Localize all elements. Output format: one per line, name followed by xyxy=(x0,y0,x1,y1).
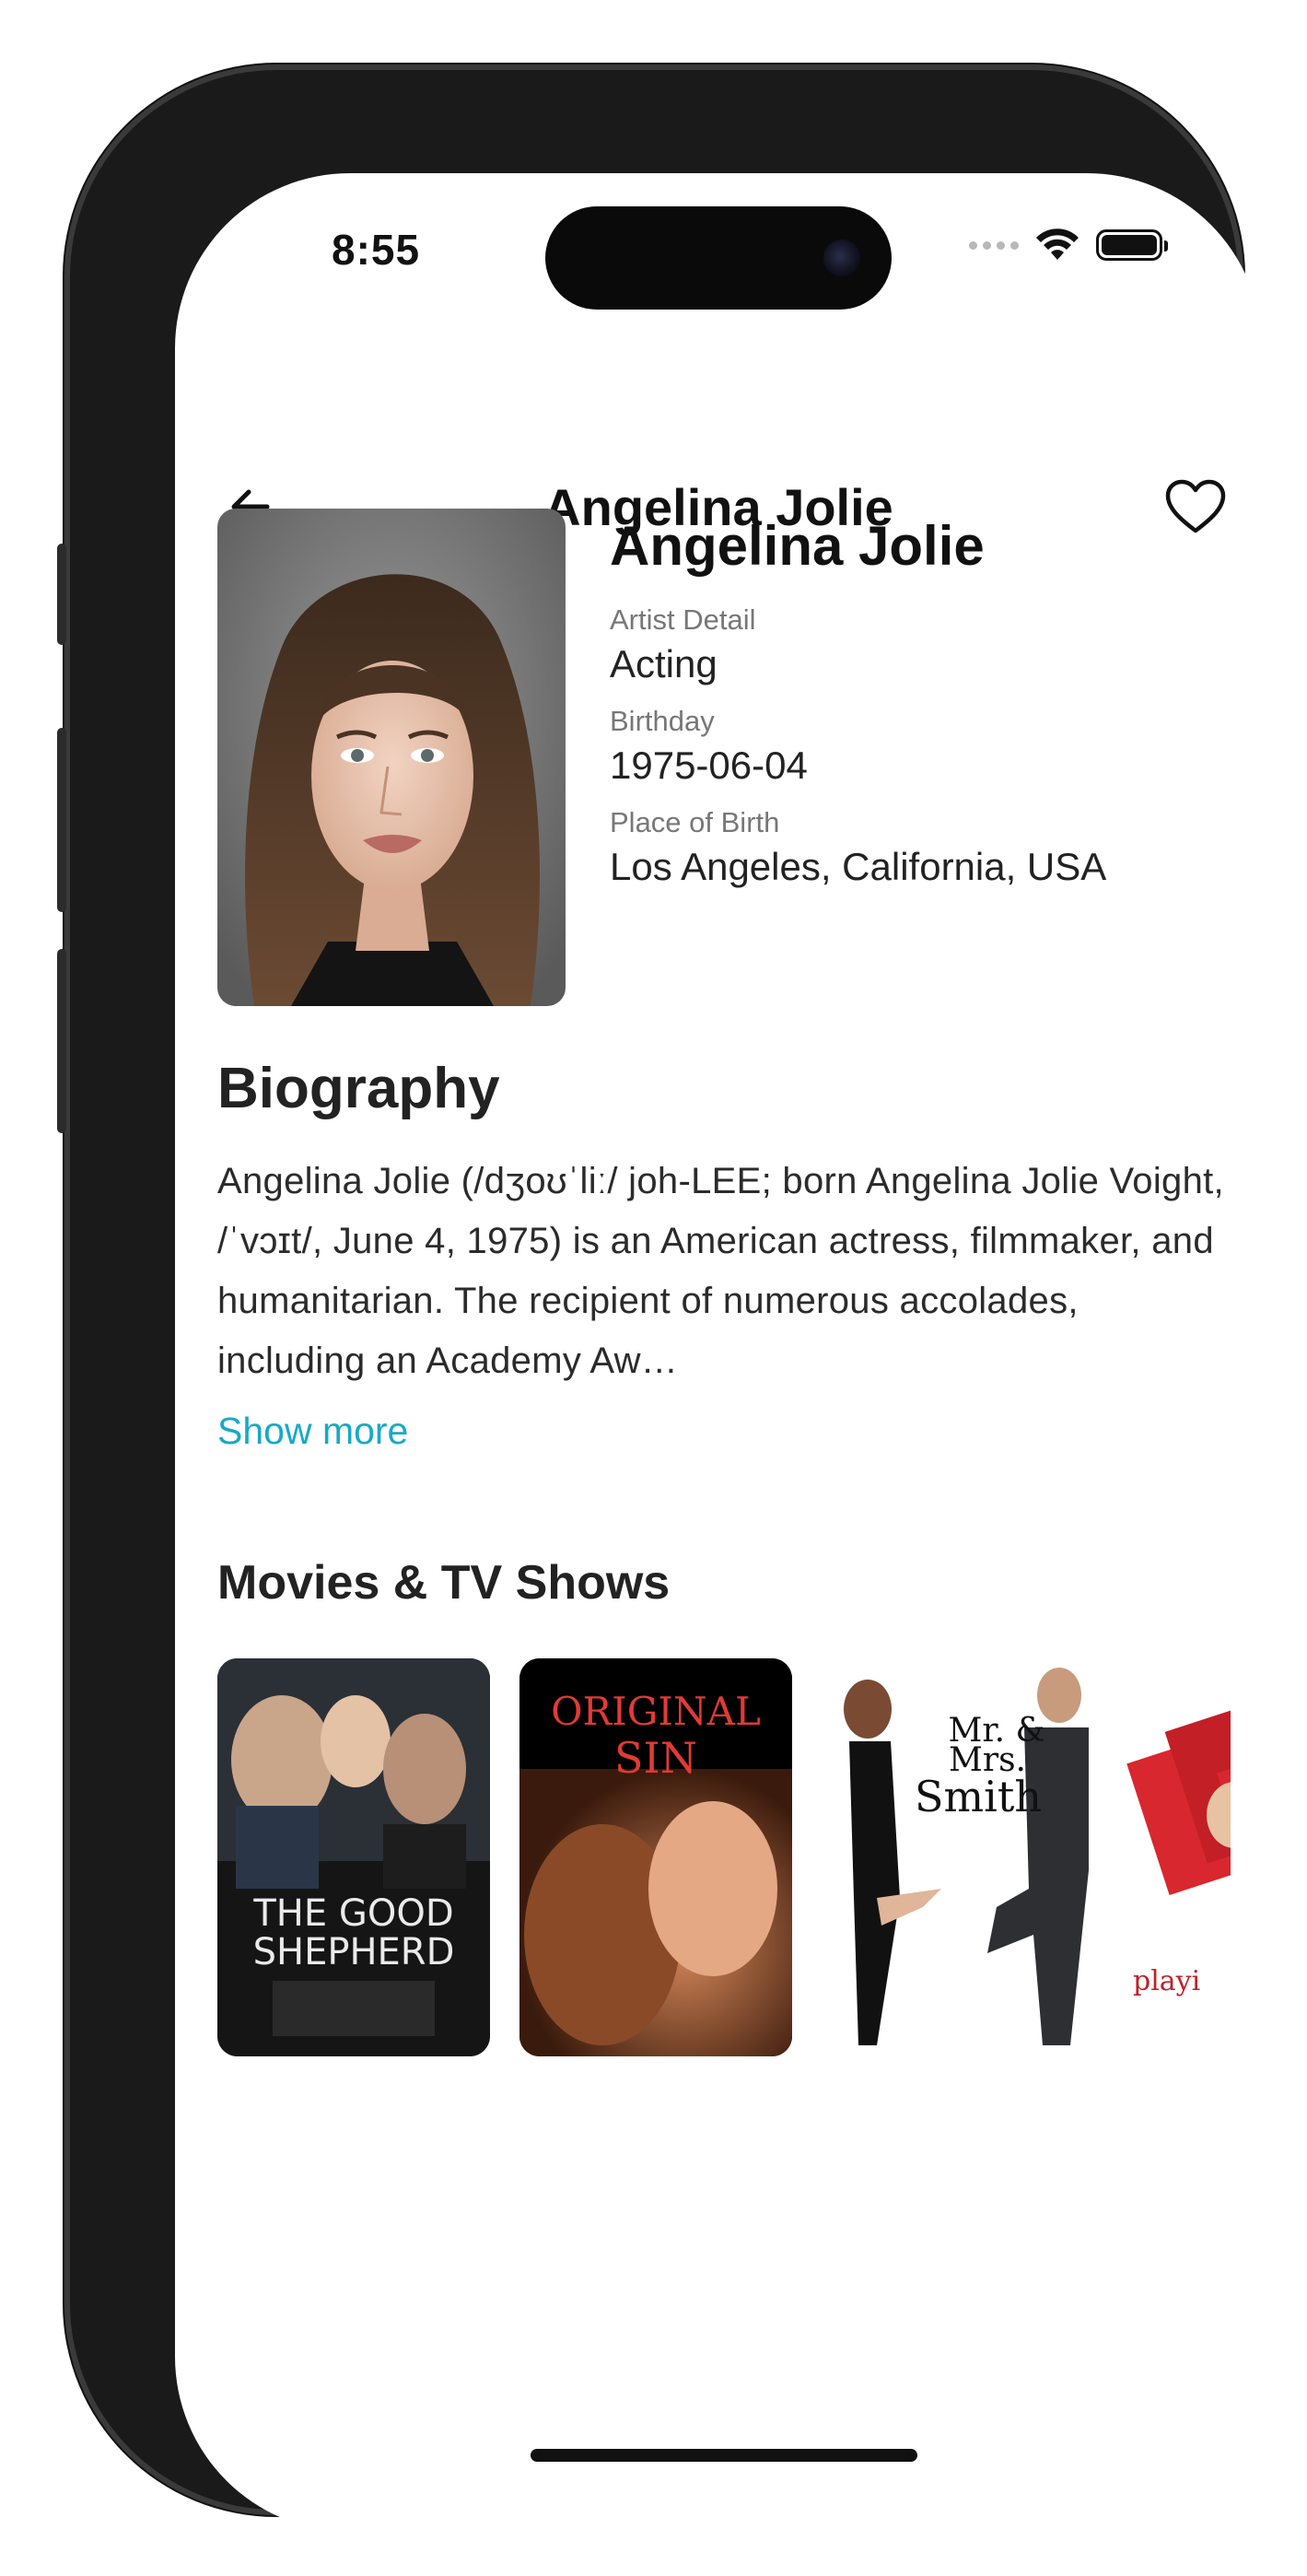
movie-poster[interactable]: playi xyxy=(1124,1658,1231,2056)
field-value: 1975-06-04 xyxy=(610,744,808,787)
phone-frame: 8:55 Angelina Jolie Angelina Jolie Artis… xyxy=(57,64,1262,2532)
front-camera xyxy=(823,240,860,276)
movie-poster[interactable]: Mr. & Mrs. Smith xyxy=(822,1658,1094,2056)
battery-icon xyxy=(1096,229,1168,261)
action-button xyxy=(57,544,66,645)
volume-down-button xyxy=(57,949,66,1133)
poster-title: ORIGINAL xyxy=(551,1689,761,1734)
app-screen: 8:55 Angelina Jolie Angelina Jolie Artis… xyxy=(175,173,1262,2532)
dynamic-island xyxy=(545,206,892,310)
movie-poster[interactable]: THE GOOD SHEPHERD xyxy=(217,1658,490,2056)
wifi-icon xyxy=(1036,228,1079,260)
home-indicator[interactable] xyxy=(531,2449,917,2462)
biography-text: Angelina Jolie (/dʒoʊˈliː/ joh-LEE; born… xyxy=(217,1161,1224,1381)
poster-title: playi xyxy=(1133,1965,1200,1997)
movies-carousel[interactable]: THE GOOD SHEPHERD ORIGINAL SIN Mr. & Mrs… xyxy=(217,1658,1231,2064)
poster-title: Smith xyxy=(915,1772,1042,1821)
field-birthday: Birthday 1975-06-04 xyxy=(610,705,1227,788)
poster-title: THE GOOD xyxy=(252,1892,453,1935)
biography-heading: Biography xyxy=(217,1057,500,1120)
poster-title: SIN xyxy=(614,1733,697,1783)
field-label: Birthday xyxy=(610,705,715,737)
field-place-of-birth: Place of Birth Los Angeles, California, … xyxy=(610,806,1227,889)
artist-name: Angelina Jolie xyxy=(610,515,985,577)
volume-up-button xyxy=(57,728,66,912)
show-more-link[interactable]: Show more xyxy=(217,1410,408,1453)
movies-heading: Movies & TV Shows xyxy=(217,1556,671,1610)
cellular-signal-icon xyxy=(969,240,1019,250)
poster-title: SHEPHERD xyxy=(253,1931,455,1973)
status-time: 8:55 xyxy=(332,226,421,274)
status-icons xyxy=(969,228,1168,262)
field-value: Los Angeles, California, USA xyxy=(610,845,1107,888)
artist-photo xyxy=(217,509,566,1006)
movie-poster[interactable]: ORIGINAL SIN xyxy=(519,1658,792,2056)
field-label: Place of Birth xyxy=(610,806,780,838)
field-value: Acting xyxy=(610,642,718,685)
field-label: Artist Detail xyxy=(610,603,756,636)
artist-info: Angelina Jolie Artist Detail Acting Birt… xyxy=(610,514,1227,889)
field-artist-detail: Artist Detail Acting xyxy=(610,603,1227,686)
